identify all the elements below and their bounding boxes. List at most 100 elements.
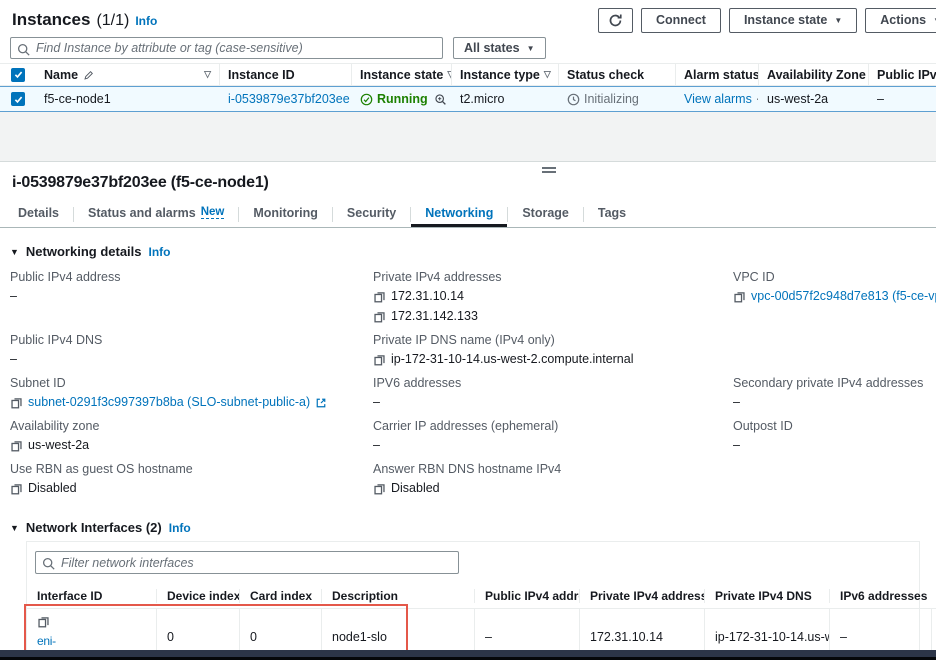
copy-icon[interactable] — [37, 615, 50, 628]
zoom-in-icon[interactable] — [434, 92, 447, 106]
sort-icon[interactable]: ▽ — [443, 69, 451, 80]
column-header-public-ipv4-dns[interactable]: Public IPv4 DNS — [868, 64, 936, 85]
device-index-value: 0 — [156, 609, 239, 653]
collapse-caret-icon[interactable]: ▼ — [10, 523, 19, 533]
copy-icon[interactable] — [373, 482, 386, 495]
sort-icon[interactable]: ▽ — [540, 69, 551, 80]
toolbar: Connect Instance state ▼ Actions ▼ — [598, 8, 936, 33]
chevron-down-icon: ▼ — [834, 16, 842, 25]
copy-icon[interactable] — [373, 353, 386, 366]
instance-state-value: Running — [377, 92, 428, 106]
private-dns-value: ip-172-31-10-14.us-w... — [704, 609, 829, 653]
network-interfaces-card: Interface ID Device index Card index Des… — [26, 541, 920, 653]
field-ipv6-addresses: IPV6 addresses – — [373, 375, 733, 411]
column-header-status-check[interactable]: Status check — [558, 64, 675, 85]
select-all-checkbox[interactable] — [11, 68, 25, 82]
status-check-value: Initializing — [584, 92, 639, 106]
copy-icon[interactable] — [10, 482, 23, 495]
column-header-instance-state[interactable]: Instance state ▽ — [351, 64, 451, 85]
public-ipv4-dns-value: – — [868, 87, 936, 111]
instance-row[interactable]: f5-ce-node1 i-0539879e37bf203ee Running … — [0, 86, 936, 112]
pane-resize-handle[interactable] — [542, 167, 556, 175]
detail-title: i-0539879e37bf203ee (f5-ce-node1) — [0, 162, 936, 192]
copy-icon[interactable] — [10, 396, 23, 409]
ec2-console: Instances (1/1) Info Connect Instance st… — [0, 0, 936, 653]
interface-row[interactable]: eni-064926933ed31b777 0 0 node1-slo – 17… — [27, 608, 936, 653]
refresh-icon — [608, 12, 623, 27]
tab-storage[interactable]: Storage — [508, 201, 583, 227]
row-checkbox[interactable] — [11, 92, 25, 106]
column-header-instance-id[interactable]: Instance ID — [219, 64, 351, 85]
field-private-ip-dns-name: Private IP DNS name (IPv4 only) ip-172-3… — [373, 332, 733, 368]
field-secondary-private-ipv4: Secondary private IPv4 addresses – — [733, 375, 936, 411]
vpc-id-link[interactable]: vpc-00d57f2c948d7e813 (f5-ce-vpc-vpc) — [751, 288, 936, 305]
split-pane-gap — [0, 112, 936, 162]
chevron-down-icon: ▼ — [527, 44, 535, 53]
copy-icon[interactable] — [373, 310, 386, 323]
column-header-public-ipv4-address[interactable]: Public IPv4 address — [474, 589, 579, 603]
column-header-description[interactable]: Description — [321, 589, 474, 603]
state-filter-dropdown[interactable]: All states ▼ — [453, 37, 546, 59]
field-use-rbn: Use RBN as guest OS hostname Disabled — [10, 461, 373, 497]
column-header-card-index[interactable]: Card index — [239, 589, 321, 603]
collapse-caret-icon[interactable]: ▼ — [10, 247, 19, 257]
card-index-value: 0 — [239, 609, 321, 653]
tab-tags[interactable]: Tags — [584, 201, 640, 227]
networking-details-heading: ▼ Networking details Info — [10, 244, 936, 259]
column-header-private-ipv4-dns[interactable]: Private IPv4 DNS — [704, 589, 829, 603]
column-header-interface-id[interactable]: Interface ID — [27, 589, 156, 603]
tab-monitoring[interactable]: Monitoring — [239, 201, 332, 227]
sort-icon[interactable]: ▽ — [200, 69, 211, 80]
column-header-alarm-status[interactable]: Alarm status — [675, 64, 758, 85]
field-availability-zone: Availability zone us-west-2a — [10, 418, 373, 454]
instance-state-button[interactable]: Instance state ▼ — [729, 8, 857, 33]
column-header-instance-type[interactable]: Instance type ▽ — [451, 64, 558, 85]
interface-filter-box[interactable] — [35, 551, 459, 574]
instances-panel: Instances (1/1) Info Connect Instance st… — [0, 0, 936, 112]
instance-type-value: t2.micro — [451, 87, 558, 111]
field-answer-rbn: Answer RBN DNS hostname IPv4 Disabled — [373, 461, 733, 497]
view-alarms-link[interactable]: View alarms — [684, 92, 752, 106]
copy-icon[interactable] — [733, 290, 746, 303]
field-outpost-id: Outpost ID – — [733, 418, 936, 454]
instance-search-input[interactable] — [36, 41, 436, 55]
instance-search-box[interactable] — [10, 37, 443, 59]
column-header-name[interactable]: Name ▽ — [36, 64, 219, 85]
tab-networking[interactable]: Networking — [411, 201, 507, 227]
external-link-icon — [315, 394, 327, 411]
column-header-availability-zone[interactable]: Availability Zone ▽ — [758, 64, 868, 85]
new-badge: New — [201, 206, 225, 219]
tab-security[interactable]: Security — [333, 201, 410, 227]
subnet-id-link[interactable]: subnet-0291f3c997397b8ba (SLO-subnet-pub… — [28, 394, 310, 411]
column-header-private-ipv4-address[interactable]: Private IPv4 address — [579, 589, 704, 603]
private-ipv4-value: 172.31.10.14 — [579, 609, 704, 653]
instance-id-link[interactable]: i-0539879e37bf203ee — [228, 92, 350, 106]
instance-detail-panel: i-0539879e37bf203ee (f5-ce-node1) Detail… — [0, 162, 936, 653]
network-interfaces-table: Interface ID Device index Card index Des… — [27, 583, 919, 653]
refresh-button[interactable] — [598, 8, 633, 33]
actions-button[interactable]: Actions ▼ — [865, 8, 936, 33]
instances-info-link[interactable]: Info — [135, 14, 157, 28]
interface-filter-input[interactable] — [61, 556, 452, 570]
networking-details-info-link[interactable]: Info — [149, 245, 171, 259]
networking-tab-content: ▼ Networking details Info Public IPv4 ad… — [0, 244, 936, 653]
running-check-icon — [360, 92, 373, 106]
column-header-device-index[interactable]: Device index — [156, 589, 239, 603]
search-icon — [17, 40, 30, 55]
availability-zone-value: us-west-2a — [758, 87, 868, 111]
column-header-ipv6-addresses[interactable]: IPv6 addresses — [829, 589, 931, 603]
tab-details[interactable]: Details — [4, 201, 73, 227]
public-ipv4-value: – — [474, 609, 579, 653]
networking-details-grid: Public IPv4 address – Private IPv4 addre… — [10, 269, 936, 504]
tab-status-and-alarms[interactable]: Status and alarms New — [74, 201, 238, 227]
copy-icon[interactable] — [10, 439, 23, 452]
ipv6-value: – — [829, 609, 931, 653]
detail-tabs: Details Status and alarms New Monitoring… — [0, 201, 936, 228]
instances-title: Instances — [12, 10, 90, 30]
instances-header: Instances (1/1) Info Connect Instance st… — [0, 6, 936, 34]
network-interfaces-info-link[interactable]: Info — [169, 521, 191, 535]
pending-clock-icon — [567, 92, 580, 106]
search-icon — [42, 555, 55, 570]
copy-icon[interactable] — [373, 290, 386, 303]
connect-button[interactable]: Connect — [641, 8, 721, 33]
